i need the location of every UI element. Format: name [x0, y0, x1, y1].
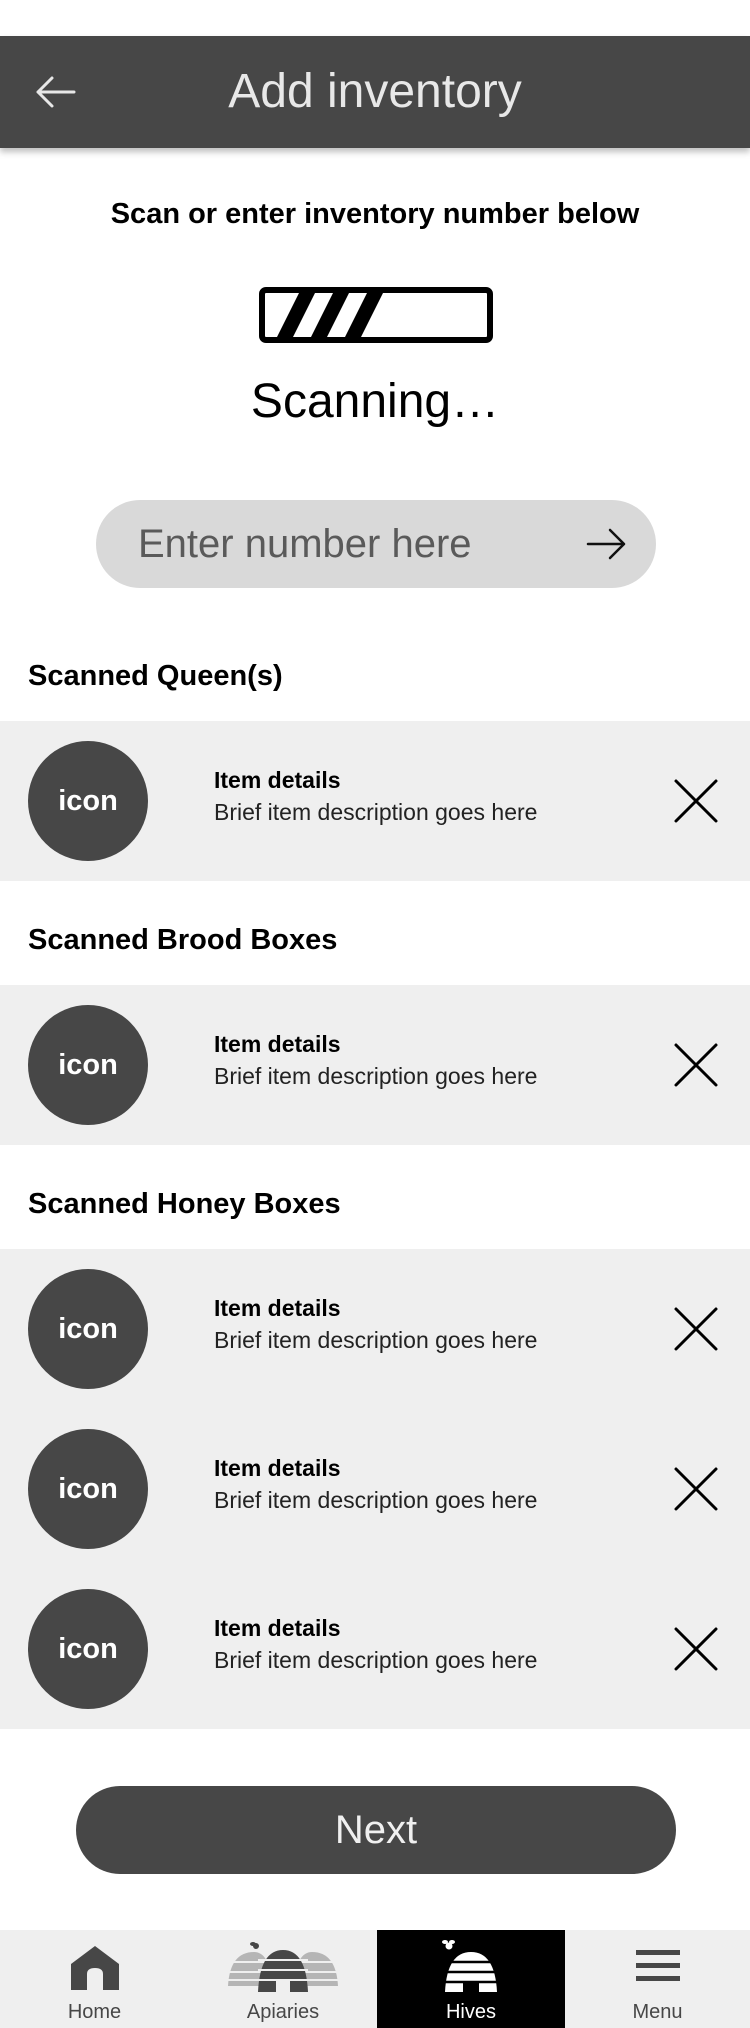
nav-label-home: Home — [67, 2001, 122, 2023]
apiaries-beehives-icon — [228, 1942, 338, 1992]
item-description: Brief item description goes here — [214, 1063, 538, 1089]
arrow-left-icon[interactable] — [30, 66, 82, 118]
hamburger-menu-icon — [635, 1950, 680, 1981]
item-description: Brief item description goes here — [214, 1327, 538, 1353]
arrow-right-icon[interactable] — [584, 524, 628, 564]
section-title-honey: Scanned Honey Boxes — [28, 1188, 341, 1220]
bottom-nav: Home Apiaries Hives Menu — [0, 1930, 750, 2028]
item-title: Item details — [214, 1455, 341, 1481]
nav-label-menu: Menu — [632, 2001, 683, 2023]
item-icon: icon — [28, 1269, 148, 1389]
section-title-queens: Scanned Queen(s) — [28, 660, 283, 692]
nav-item-hives[interactable]: Hives — [377, 1930, 565, 2028]
close-icon[interactable] — [672, 1625, 720, 1673]
item-title: Item details — [214, 767, 341, 793]
item-icon: icon — [28, 1589, 148, 1709]
close-icon[interactable] — [672, 1041, 720, 1089]
list-item: icon Item details Brief item description… — [0, 1409, 750, 1569]
page-title: Add inventory — [228, 65, 522, 118]
item-description: Brief item description goes here — [214, 1487, 538, 1513]
app-header: Add inventory — [0, 36, 750, 148]
item-icon: icon — [28, 1429, 148, 1549]
list-item: icon Item details Brief item description… — [0, 985, 750, 1145]
section-title-brood: Scanned Brood Boxes — [28, 924, 338, 956]
close-icon[interactable] — [672, 1305, 720, 1353]
nav-item-apiaries[interactable]: Apiaries — [189, 1930, 377, 2028]
nav-label-apiaries: Apiaries — [246, 2001, 320, 2023]
item-icon: icon — [28, 1005, 148, 1125]
nav-item-menu[interactable]: Menu — [565, 1930, 750, 2028]
nav-label-hives: Hives — [445, 2001, 496, 2023]
list-item: icon Item details Brief item description… — [0, 721, 750, 881]
item-description: Brief item description goes here — [214, 799, 538, 825]
barcode-scan-progress-icon — [259, 287, 493, 343]
nav-item-home[interactable]: Home — [0, 1930, 189, 2028]
item-description: Brief item description goes here — [214, 1647, 538, 1673]
inventory-number-field — [96, 500, 656, 588]
item-title: Item details — [214, 1295, 341, 1321]
list-item: icon Item details Brief item description… — [0, 1249, 750, 1409]
scan-status: Scanning… — [250, 375, 500, 428]
close-icon[interactable] — [672, 777, 720, 825]
item-icon: icon — [28, 741, 148, 861]
inventory-number-input[interactable] — [138, 500, 558, 588]
scan-instruction: Scan or enter inventory number below — [110, 198, 640, 230]
beehive-icon — [442, 1940, 497, 1992]
list-item: icon Item details Brief item description… — [0, 1569, 750, 1729]
next-button[interactable]: Next — [76, 1786, 676, 1874]
home-icon — [70, 1946, 119, 1990]
item-title: Item details — [214, 1615, 341, 1641]
close-icon[interactable] — [672, 1465, 720, 1513]
item-title: Item details — [214, 1031, 341, 1057]
